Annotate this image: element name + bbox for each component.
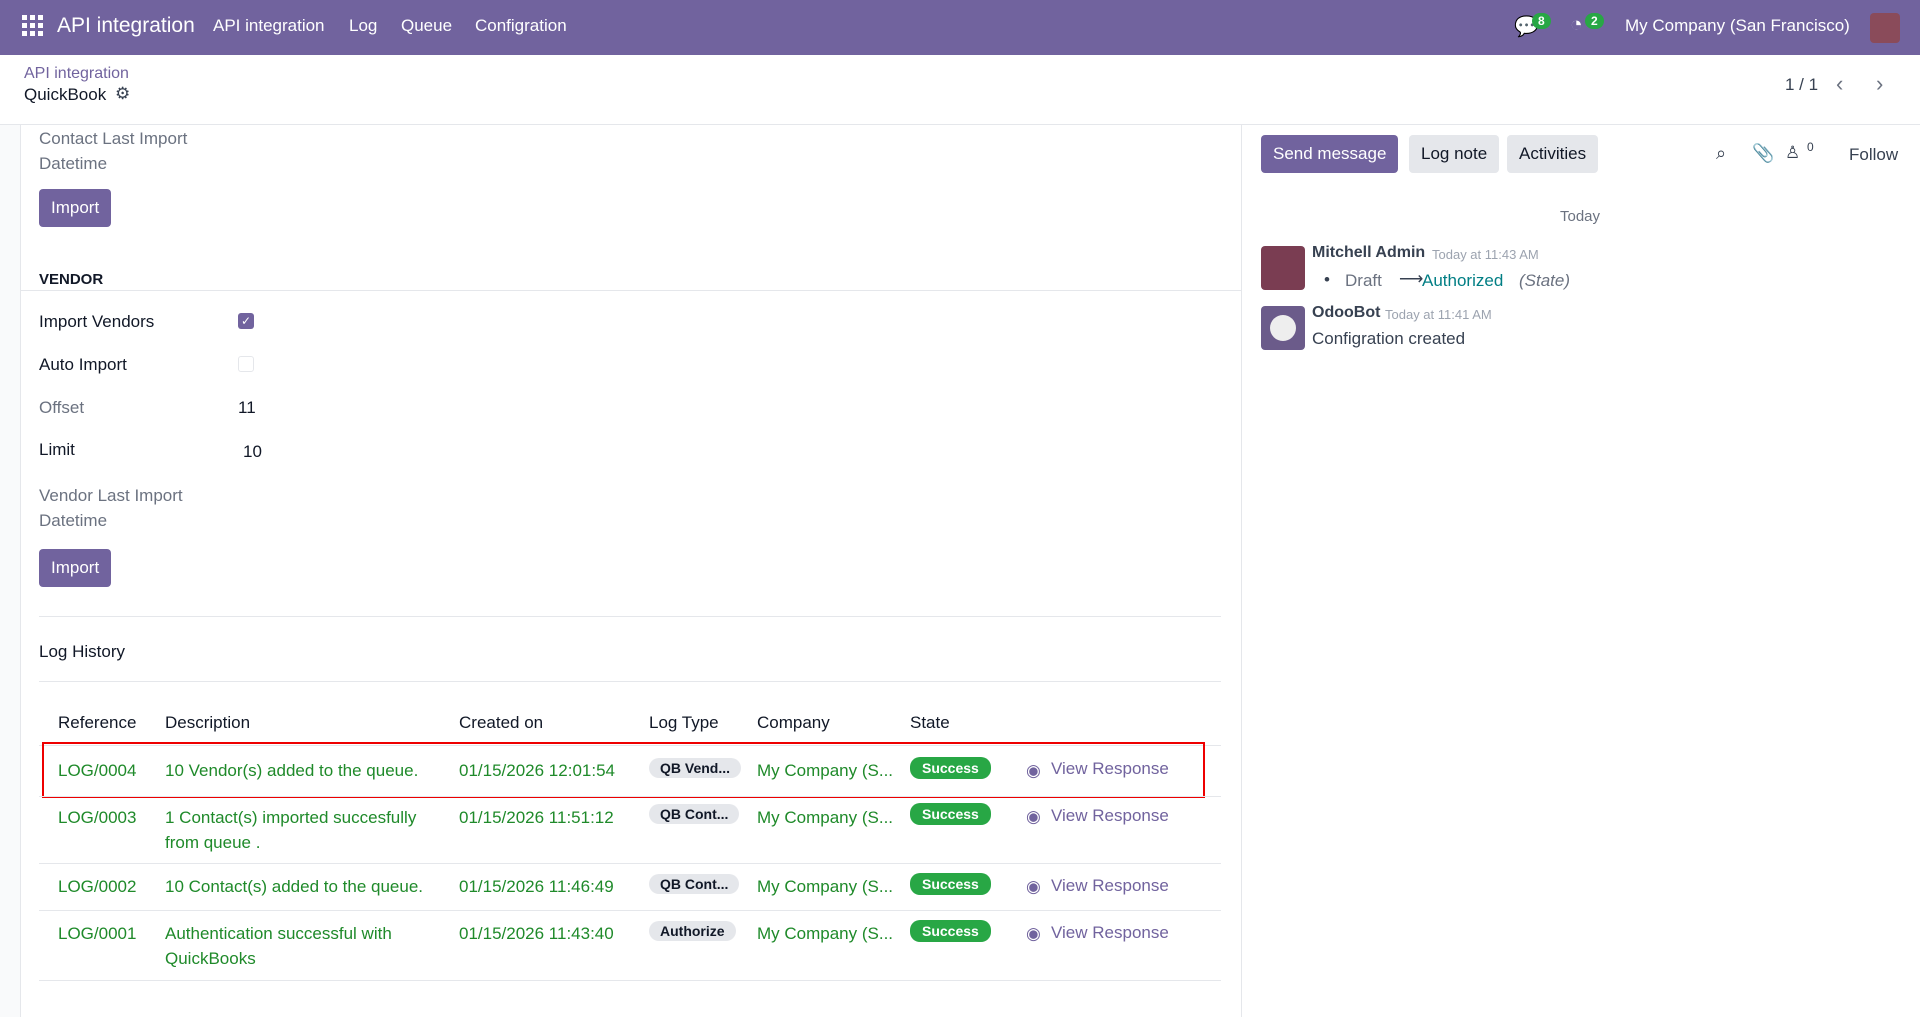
contact-last-import-label: Contact Last Import Datetime [39, 129, 188, 173]
menu-api-integration[interactable]: API integration [213, 16, 325, 36]
auto-import-label: Auto Import [39, 355, 127, 374]
pager-value[interactable]: 1 / 1 [1785, 75, 1818, 95]
activities-button[interactable]: Activities [1507, 135, 1599, 173]
col-log-type[interactable]: Log Type [649, 710, 719, 735]
row-company: My Company (S... [757, 877, 894, 896]
message-time: Today at 11:43 AM [1432, 247, 1539, 262]
odoobot-avatar[interactable] [1261, 306, 1305, 350]
log-history-title: Log History [39, 642, 125, 661]
app-title[interactable]: API integration [57, 14, 195, 38]
row-reference: LOG/0003 [58, 808, 137, 827]
row-created-on: 01/15/2026 11:46:49 [459, 877, 614, 896]
chatter: Send message Log note Activities ⌕ 📎 ♙ 0… [1242, 125, 1920, 1017]
log-note-button[interactable]: Log note [1409, 135, 1500, 173]
highlight-box [42, 742, 1205, 798]
tracking-old-value: Draft [1345, 271, 1382, 290]
message-author[interactable]: Mitchell Admin [1312, 244, 1425, 262]
user-avatar[interactable] [1870, 13, 1900, 43]
divider [39, 681, 1221, 682]
apps-menu-icon[interactable] [22, 15, 44, 37]
bullet: • [1324, 270, 1330, 289]
followers-count: 0 [1807, 140, 1814, 154]
mitchell-avatar[interactable] [1261, 246, 1305, 290]
eye-icon[interactable]: ◉ [1026, 877, 1041, 897]
control-panel: API integration QuickBook ⚙ 1 / 1 ‹ › [0, 55, 1920, 125]
message-time: Today at 11:41 AM [1385, 307, 1492, 322]
state-badge: Success [910, 873, 991, 895]
state-badge: Success [910, 920, 991, 942]
followers-icon[interactable]: ♙ [1785, 143, 1800, 163]
breadcrumb-current: QuickBook [24, 85, 107, 104]
import-vendors-checkbox[interactable]: ✓ [238, 313, 254, 329]
log-type-badge: QB Cont... [649, 804, 740, 824]
view-response-button[interactable]: View Response [1051, 806, 1169, 826]
pager-next-icon[interactable]: › [1876, 71, 1883, 97]
tracking-field: (State) [1519, 271, 1571, 290]
date-separator: Today [1560, 208, 1601, 225]
limit-field[interactable]: 10 [243, 439, 262, 464]
divider [20, 290, 1242, 291]
auto-import-checkbox[interactable] [238, 356, 254, 372]
follow-button[interactable]: Follow [1849, 145, 1898, 165]
tracking-new-value: Authorized [1422, 271, 1504, 290]
state-badge: Success [910, 803, 991, 825]
activities-clock-icon[interactable]: ◔ [1570, 13, 1583, 37]
menu-configration[interactable]: Configration [475, 16, 567, 36]
view-response-button[interactable]: View Response [1051, 876, 1169, 896]
import-contacts-button[interactable]: Import [39, 189, 112, 227]
gear-icon[interactable]: ⚙ [115, 84, 130, 104]
message-author[interactable]: OdooBot [1312, 304, 1380, 322]
menu-log[interactable]: Log [349, 16, 377, 36]
offset-label: Offset [39, 398, 85, 417]
pager-prev-icon[interactable]: ‹ [1836, 71, 1843, 97]
offset-field[interactable]: 11 [238, 395, 256, 420]
col-created-on[interactable]: Created on [459, 710, 543, 735]
company-switcher[interactable]: My Company (San Francisco) [1625, 16, 1850, 36]
row-company: My Company (S... [757, 808, 894, 827]
paperclip-icon[interactable]: 📎 [1752, 143, 1774, 164]
eye-icon[interactable]: ◉ [1026, 807, 1041, 827]
messages-badge: 8 [1532, 13, 1551, 29]
search-icon[interactable]: ⌕ [1716, 143, 1726, 164]
row-company: My Company (S... [757, 924, 894, 943]
menu-queue[interactable]: Queue [401, 16, 452, 36]
col-description[interactable]: Description [165, 710, 250, 735]
arrow-right-icon: ⟶ [1399, 269, 1424, 288]
form-content: Contact Last Import Datetime Import VEND… [0, 125, 1242, 1017]
message-body: Configration created [1312, 329, 1466, 348]
row-description: 10 Contact(s) added to the queue. [165, 877, 424, 896]
row-description: 1 Contact(s) imported succesfully from q… [165, 808, 417, 852]
send-message-button[interactable]: Send message [1261, 135, 1399, 173]
top-navbar: API integration API integration Log Queu… [0, 0, 1920, 55]
vendor-section-title: VENDOR [39, 271, 104, 288]
breadcrumb-parent[interactable]: API integration [24, 65, 129, 83]
col-state[interactable]: State [910, 710, 950, 735]
col-company[interactable]: Company [757, 710, 830, 735]
view-response-button[interactable]: View Response [1051, 923, 1169, 943]
activities-badge: 2 [1585, 13, 1604, 29]
log-type-badge: Authorize [649, 921, 736, 941]
limit-label: Limit [39, 440, 75, 459]
col-reference[interactable]: Reference [58, 710, 136, 735]
import-vendors-label: Import Vendors [39, 312, 155, 331]
log-type-badge: QB Cont... [649, 874, 740, 894]
row-reference: LOG/0002 [58, 877, 137, 896]
divider [39, 616, 1221, 617]
row-reference: LOG/0001 [58, 924, 137, 943]
row-description: Authentication successful with QuickBook… [165, 924, 392, 968]
eye-icon[interactable]: ◉ [1026, 924, 1041, 944]
import-vendors-button[interactable]: Import [39, 549, 112, 587]
vendor-last-import-label: Vendor Last Import Datetime [39, 486, 183, 530]
row-created-on: 01/15/2026 11:43:40 [459, 924, 614, 943]
row-created-on: 01/15/2026 11:51:12 [459, 808, 614, 827]
